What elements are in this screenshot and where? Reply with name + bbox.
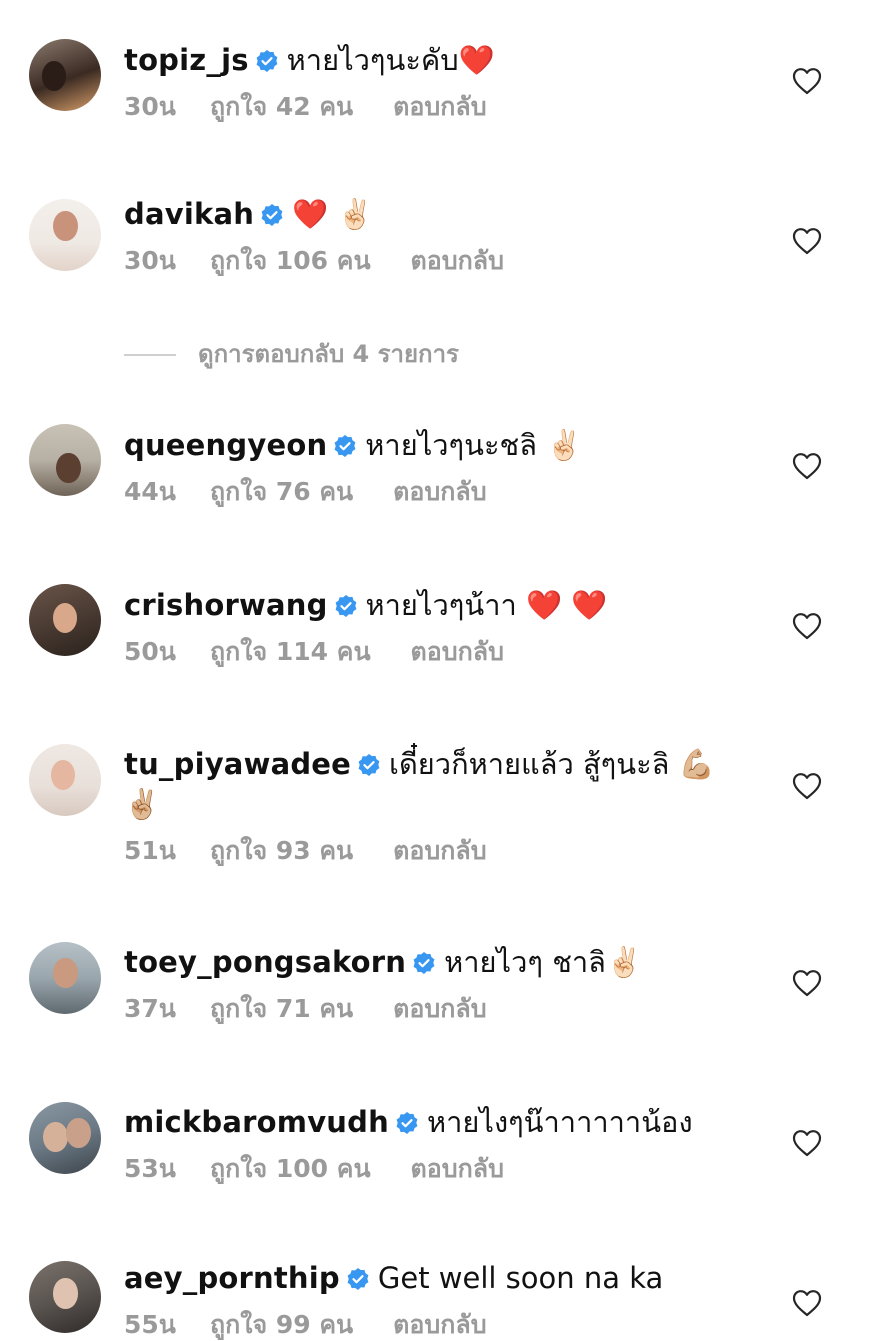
heart-outline-icon[interactable]	[792, 227, 822, 255]
comment-line: toey_pongsakorn หายไวๆ ชาลิ✌🏻	[124, 942, 760, 982]
comment-time: 55น	[124, 1310, 176, 1339]
verified-badge-icon	[334, 435, 356, 457]
comment-line: davikah ❤️ ✌🏻	[124, 194, 760, 234]
comment-line: queengyeon หายไวๆนะชลิ ✌🏻	[124, 425, 760, 465]
reply-button[interactable]: ตอบกลับ	[393, 92, 486, 122]
username[interactable]: aey_pornthip	[124, 1261, 340, 1295]
comment-time: 30น	[124, 246, 176, 275]
verified-badge-icon	[261, 204, 283, 226]
username[interactable]: crishorwang	[124, 588, 328, 622]
comment-text: หายไวๆนะคับ❤️	[286, 43, 495, 77]
heart-outline-icon[interactable]	[792, 612, 822, 640]
comment-time: 51น	[124, 836, 176, 865]
comment-time: 53น	[124, 1154, 176, 1183]
comment-time: 44น	[124, 477, 176, 506]
heart-outline-icon[interactable]	[792, 67, 822, 95]
reply-button[interactable]: ตอบกลับ	[411, 637, 504, 667]
comment-line: aey_pornthip Get well soon na ka	[124, 1258, 760, 1298]
comment-line: tu_piyawadee เดี๋ยวก็หายแล้ว สู้ๆนะลิ 💪🏼 …	[124, 744, 740, 824]
like-count[interactable]: ถูกใจ 76 คน	[210, 477, 353, 507]
comment-meta: 44น ถูกใจ 76 คน ตอบกลับ	[124, 477, 760, 507]
view-replies-label[interactable]: ดูการตอบกลับ 4 รายการ	[198, 340, 459, 368]
comment-time: 50น	[124, 637, 176, 666]
reply-button[interactable]: ตอบกลับ	[411, 1154, 504, 1184]
verified-badge-icon	[347, 1268, 369, 1290]
avatar[interactable]	[29, 744, 101, 816]
avatar[interactable]	[29, 1261, 101, 1333]
comment-meta: 37น ถูกใจ 71 คน ตอบกลับ	[124, 994, 760, 1024]
verified-badge-icon	[335, 595, 356, 617]
verified-badge-icon	[396, 1112, 418, 1134]
comment-text: หายไงๆน๊าาาาาาน้อง	[426, 1105, 693, 1139]
username[interactable]: mickbaromvudh	[124, 1105, 389, 1139]
heart-outline-icon[interactable]	[792, 772, 822, 800]
replies-divider	[124, 354, 176, 356]
avatar[interactable]	[29, 199, 101, 271]
like-count[interactable]: ถูกใจ 106 คน	[210, 246, 371, 276]
like-count[interactable]: ถูกใจ 99 คน	[210, 1310, 353, 1340]
verified-badge-icon	[413, 952, 435, 974]
username[interactable]: queengyeon	[124, 428, 327, 462]
avatar[interactable]	[29, 39, 101, 111]
heart-outline-icon[interactable]	[792, 1289, 822, 1317]
heart-outline-icon[interactable]	[792, 969, 822, 997]
comment-meta: 51น ถูกใจ 93 คน ตอบกลับ	[124, 836, 740, 866]
comment-line: crishorwang หายไวๆน้าา ❤️ ❤️	[124, 585, 760, 625]
comment-time: 30น	[124, 92, 176, 121]
view-replies-link[interactable]: ดูการตอบกลับ 4 รายการ	[124, 338, 459, 370]
avatar[interactable]	[29, 424, 101, 496]
verified-badge-icon	[256, 50, 278, 72]
reply-button[interactable]: ตอบกลับ	[393, 836, 486, 866]
reply-button[interactable]: ตอบกลับ	[411, 246, 504, 276]
comment-text: หายไวๆ ชาลิ✌🏻	[444, 945, 643, 979]
comment-meta: 30น ถูกใจ 42 คน ตอบกลับ	[124, 92, 760, 122]
comment-time: 37น	[124, 994, 176, 1023]
like-count[interactable]: ถูกใจ 114 คน	[210, 637, 371, 667]
verified-badge-icon	[358, 754, 380, 776]
like-count[interactable]: ถูกใจ 71 คน	[210, 994, 353, 1024]
like-count[interactable]: ถูกใจ 100 คน	[210, 1154, 371, 1184]
comment-text: หายไวๆน้าา ❤️ ❤️	[365, 588, 608, 622]
comment-meta: 50น ถูกใจ 114 คน ตอบกลับ	[124, 637, 760, 667]
username[interactable]: tu_piyawadee	[124, 747, 351, 781]
comment-text: ❤️ ✌🏻	[292, 197, 374, 231]
reply-button[interactable]: ตอบกลับ	[393, 477, 486, 507]
username[interactable]: topiz_js	[124, 43, 249, 77]
heart-outline-icon[interactable]	[792, 452, 822, 480]
avatar[interactable]	[29, 1102, 101, 1174]
comment-meta: 55น ถูกใจ 99 คน ตอบกลับ	[124, 1310, 760, 1340]
comment-meta: 30น ถูกใจ 106 คน ตอบกลับ	[124, 246, 760, 276]
comment-text: หายไวๆนะชลิ ✌🏻	[365, 428, 583, 462]
reply-button[interactable]: ตอบกลับ	[393, 1310, 486, 1340]
comment-line: topiz_js หายไวๆนะคับ❤️	[124, 40, 760, 80]
comment-line: mickbaromvudh หายไงๆน๊าาาาาาน้อง	[124, 1102, 760, 1142]
comment-text: Get well soon na ka	[377, 1261, 664, 1295]
heart-outline-icon[interactable]	[792, 1129, 822, 1157]
comment-meta: 53น ถูกใจ 100 คน ตอบกลับ	[124, 1154, 760, 1184]
username[interactable]: toey_pongsakorn	[124, 945, 406, 979]
like-count[interactable]: ถูกใจ 93 คน	[210, 836, 353, 866]
reply-button[interactable]: ตอบกลับ	[393, 994, 486, 1024]
avatar[interactable]	[29, 584, 101, 656]
username[interactable]: davikah	[124, 197, 254, 231]
like-count[interactable]: ถูกใจ 42 คน	[210, 92, 353, 122]
avatar[interactable]	[29, 942, 101, 1014]
